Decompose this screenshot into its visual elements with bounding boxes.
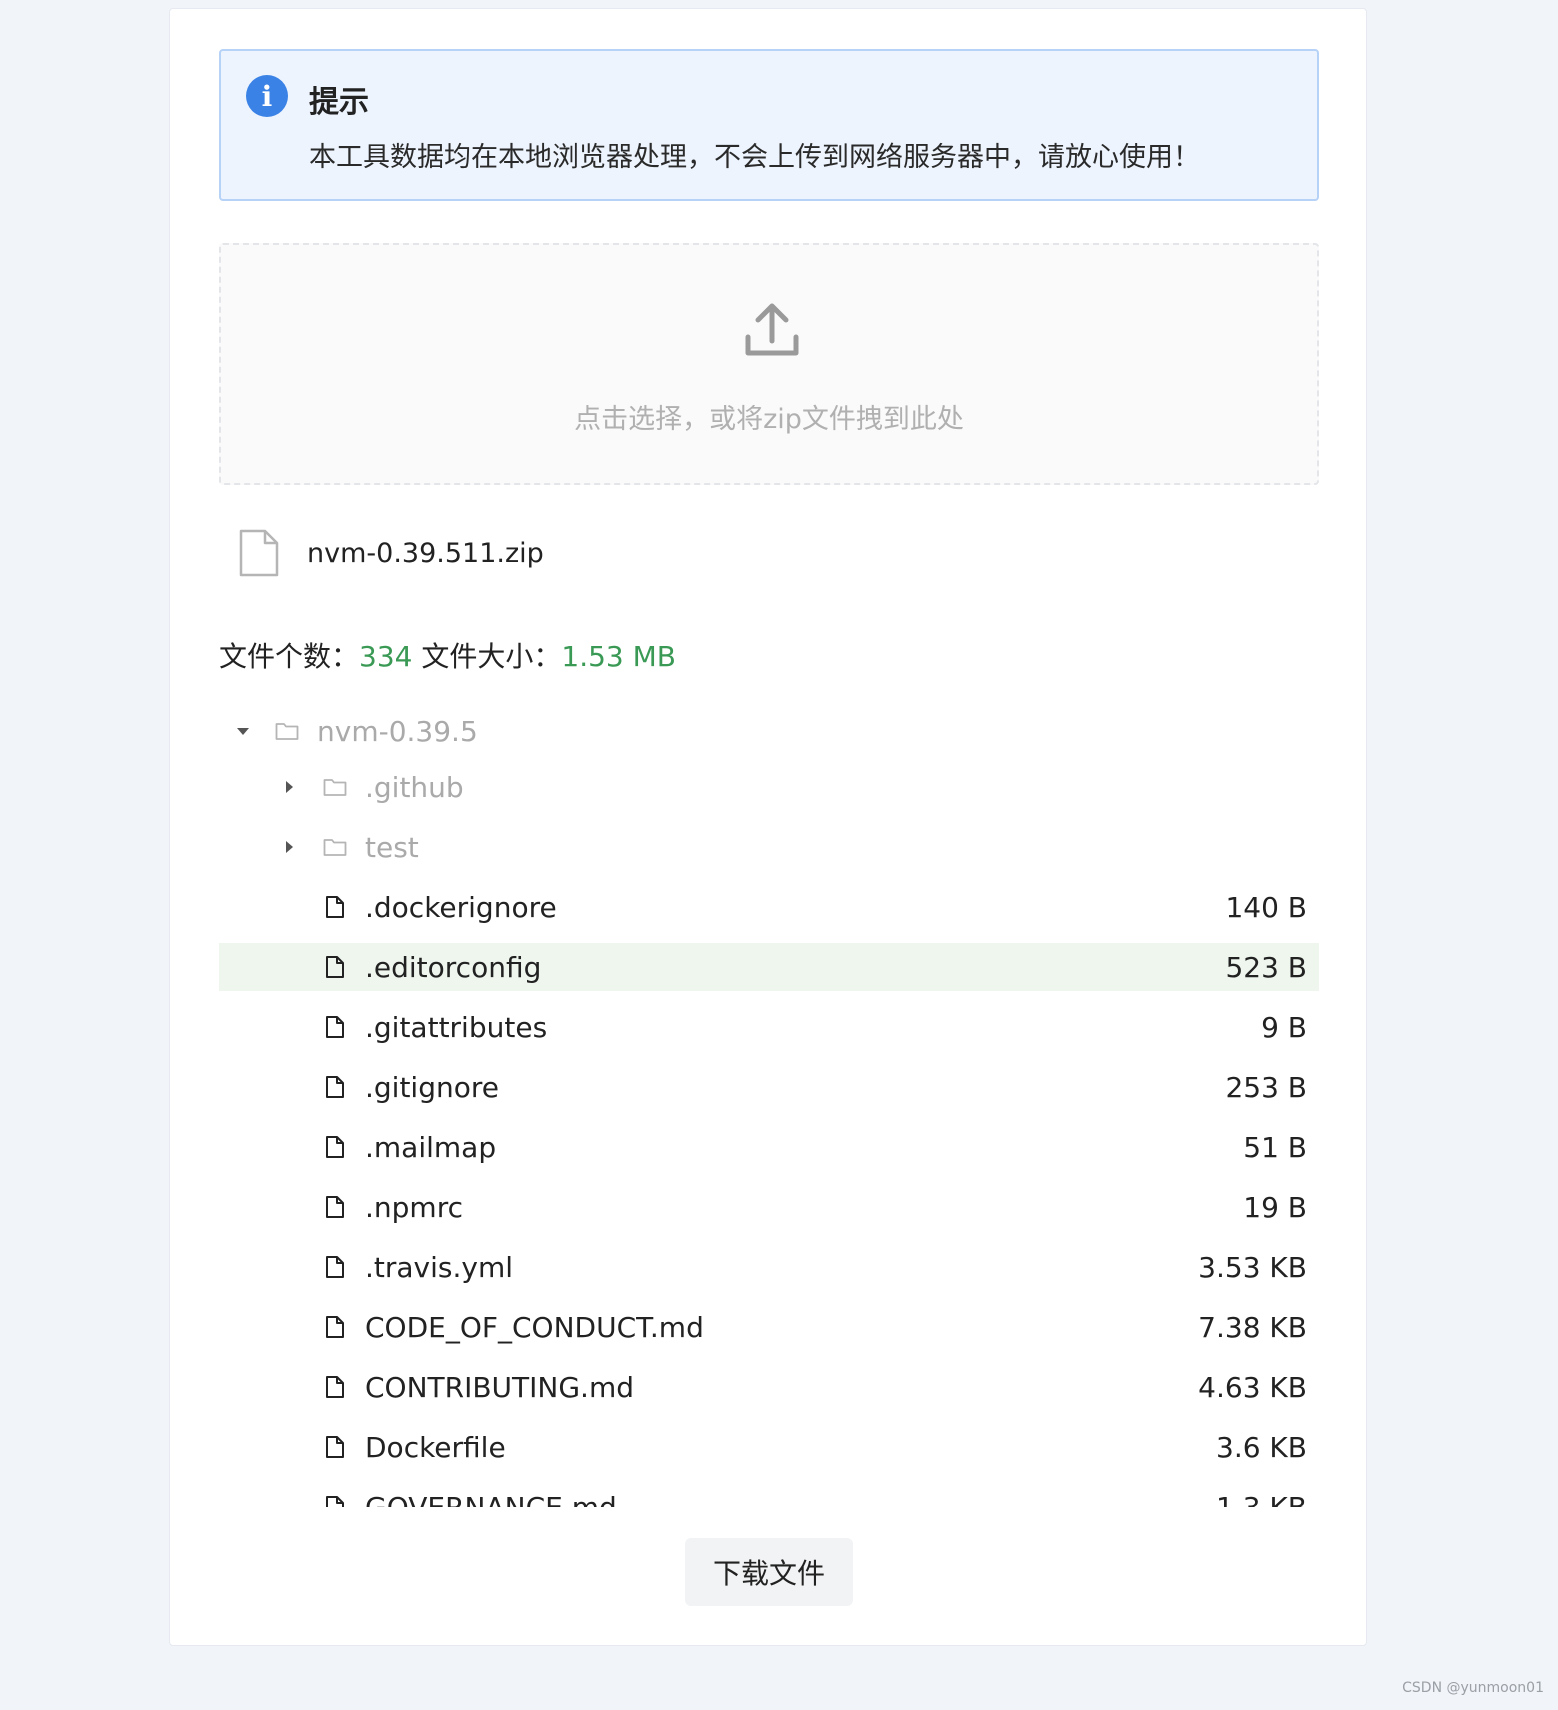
selected-file: nvm-0.39.511.zip bbox=[238, 527, 544, 579]
tree-node-file[interactable]: .npmrc 19 B bbox=[219, 1183, 1319, 1231]
folder-icon bbox=[323, 839, 347, 856]
tree-node-file[interactable]: .dockerignore 140 B bbox=[219, 883, 1319, 931]
tree-node-file[interactable]: GOVERNANCE.md 1.3 KB bbox=[219, 1483, 1319, 1507]
download-button[interactable]: 下载文件 bbox=[685, 1538, 853, 1606]
file-count: 334 bbox=[359, 640, 413, 673]
document-icon bbox=[239, 529, 279, 577]
file-name: .npmrc bbox=[365, 1190, 463, 1224]
file-icon bbox=[326, 1376, 344, 1398]
file-size: 9 B bbox=[1261, 1010, 1307, 1044]
file-size: 140 B bbox=[1225, 890, 1307, 924]
folder-icon bbox=[323, 779, 347, 796]
file-count-label: 文件个数： bbox=[219, 640, 360, 673]
caret-down-icon[interactable] bbox=[235, 723, 251, 739]
file-icon bbox=[326, 1076, 344, 1098]
file-name: Dockerfile bbox=[365, 1430, 506, 1464]
file-size-label: 文件大小： bbox=[421, 640, 562, 673]
file-size: 3.53 KB bbox=[1198, 1250, 1307, 1284]
file-name: .mailmap bbox=[365, 1130, 497, 1164]
file-icon bbox=[326, 1436, 344, 1458]
caret-right-icon[interactable] bbox=[281, 839, 297, 855]
tree-node-label: nvm-0.39.5 bbox=[317, 714, 478, 748]
main-card: i 提示 本工具数据均在本地浏览器处理，不会上传到网络服务器中，请放心使用！ 点… bbox=[169, 8, 1367, 1646]
file-name: CODE_OF_CONDUCT.md bbox=[365, 1310, 704, 1344]
file-icon bbox=[326, 956, 344, 978]
upload-icon bbox=[745, 303, 799, 356]
tree-node-file[interactable]: .gitignore 253 B bbox=[219, 1063, 1319, 1111]
tree-node-file[interactable]: .travis.yml 3.53 KB bbox=[219, 1243, 1319, 1291]
file-name: CONTRIBUTING.md bbox=[365, 1370, 635, 1404]
file-size: 4.63 KB bbox=[1198, 1370, 1307, 1404]
tree-node-file[interactable]: CONTRIBUTING.md 4.63 KB bbox=[219, 1363, 1319, 1411]
file-size: 7.38 KB bbox=[1198, 1310, 1307, 1344]
file-name: .travis.yml bbox=[365, 1250, 514, 1284]
tree-node-file[interactable]: .mailmap 51 B bbox=[219, 1123, 1319, 1171]
file-size-total: 1.53 MB bbox=[561, 640, 677, 673]
selected-file-name: nvm-0.39.511.zip bbox=[307, 537, 544, 569]
file-size: 1.3 KB bbox=[1216, 1490, 1307, 1508]
tree-node-label: test bbox=[365, 830, 419, 864]
file-name: .editorconfig bbox=[365, 950, 542, 984]
tree-node-file[interactable]: .editorconfig 523 B bbox=[219, 943, 1319, 991]
dropzone-hint: 点击选择，或将zip文件拽到此处 bbox=[574, 404, 964, 435]
file-name: .gitignore bbox=[365, 1070, 499, 1104]
file-size: 523 B bbox=[1225, 950, 1307, 984]
file-icon bbox=[326, 1136, 344, 1158]
tree-node-file[interactable]: Dockerfile 3.6 KB bbox=[219, 1423, 1319, 1471]
upload-dropzone[interactable]: 点击选择，或将zip文件拽到此处 bbox=[219, 243, 1319, 485]
info-alert: i 提示 本工具数据均在本地浏览器处理，不会上传到网络服务器中，请放心使用！ bbox=[219, 49, 1319, 201]
file-icon bbox=[326, 1196, 344, 1218]
watermark: CSDN @yunmoon01 bbox=[1402, 1680, 1544, 1696]
alert-description: 本工具数据均在本地浏览器处理，不会上传到网络服务器中，请放心使用！ bbox=[309, 142, 1200, 173]
file-icon bbox=[326, 1316, 344, 1338]
tree-node-file[interactable]: CODE_OF_CONDUCT.md 7.38 KB bbox=[219, 1303, 1319, 1351]
caret-right-icon[interactable] bbox=[281, 779, 297, 795]
tree-node-folder[interactable]: test bbox=[219, 823, 1319, 871]
file-stats: 文件个数：334 文件大小：1.53 MB bbox=[219, 635, 676, 675]
file-icon bbox=[326, 896, 344, 918]
tree-node-folder[interactable]: .github bbox=[219, 763, 1319, 811]
tree-node-root[interactable]: nvm-0.39.5 bbox=[219, 707, 1319, 755]
file-name: .gitattributes bbox=[365, 1010, 548, 1044]
file-size: 3.6 KB bbox=[1216, 1430, 1307, 1464]
alert-title: 提示 bbox=[309, 85, 369, 120]
tree-node-file[interactable]: .gitattributes 9 B bbox=[219, 1003, 1319, 1051]
info-icon: i bbox=[246, 75, 288, 117]
file-name: .dockerignore bbox=[365, 890, 557, 924]
file-size: 51 B bbox=[1243, 1130, 1307, 1164]
file-size: 253 B bbox=[1225, 1070, 1307, 1104]
file-icon bbox=[326, 1496, 344, 1507]
file-size: 19 B bbox=[1243, 1190, 1307, 1224]
file-icon bbox=[326, 1256, 344, 1278]
file-tree[interactable]: nvm-0.39.5 .github test .dockerignore 14… bbox=[219, 705, 1319, 1507]
file-icon bbox=[326, 1016, 344, 1038]
folder-icon bbox=[275, 723, 299, 740]
tree-node-label: .github bbox=[365, 770, 464, 804]
file-name: GOVERNANCE.md bbox=[365, 1490, 617, 1508]
